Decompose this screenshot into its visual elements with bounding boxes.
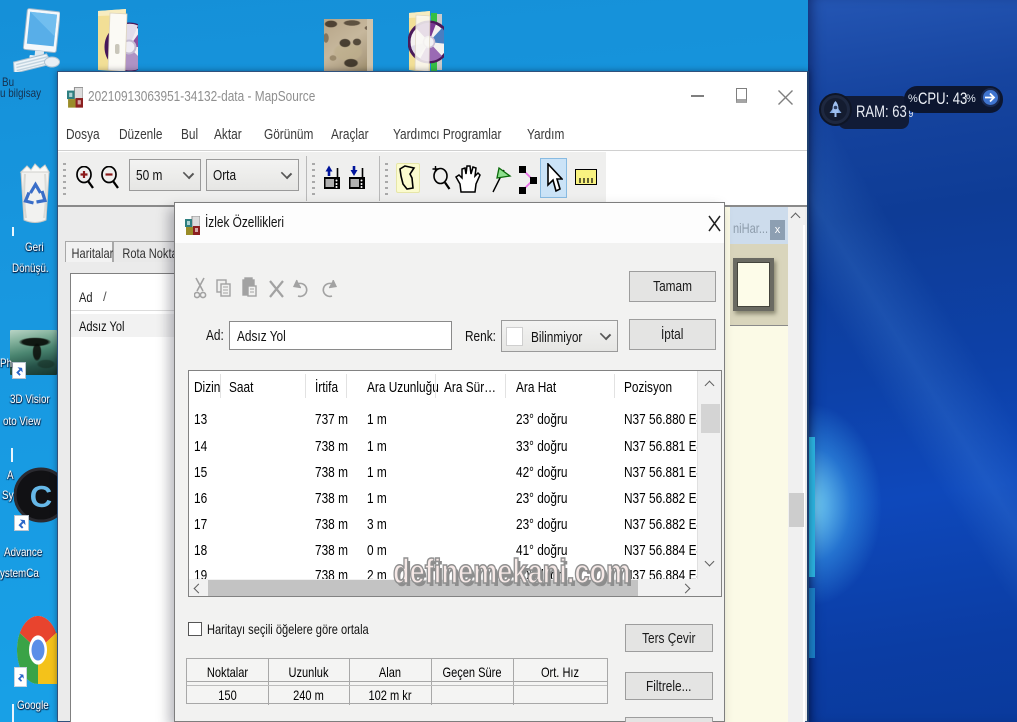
svg-text:C: C (30, 479, 52, 514)
